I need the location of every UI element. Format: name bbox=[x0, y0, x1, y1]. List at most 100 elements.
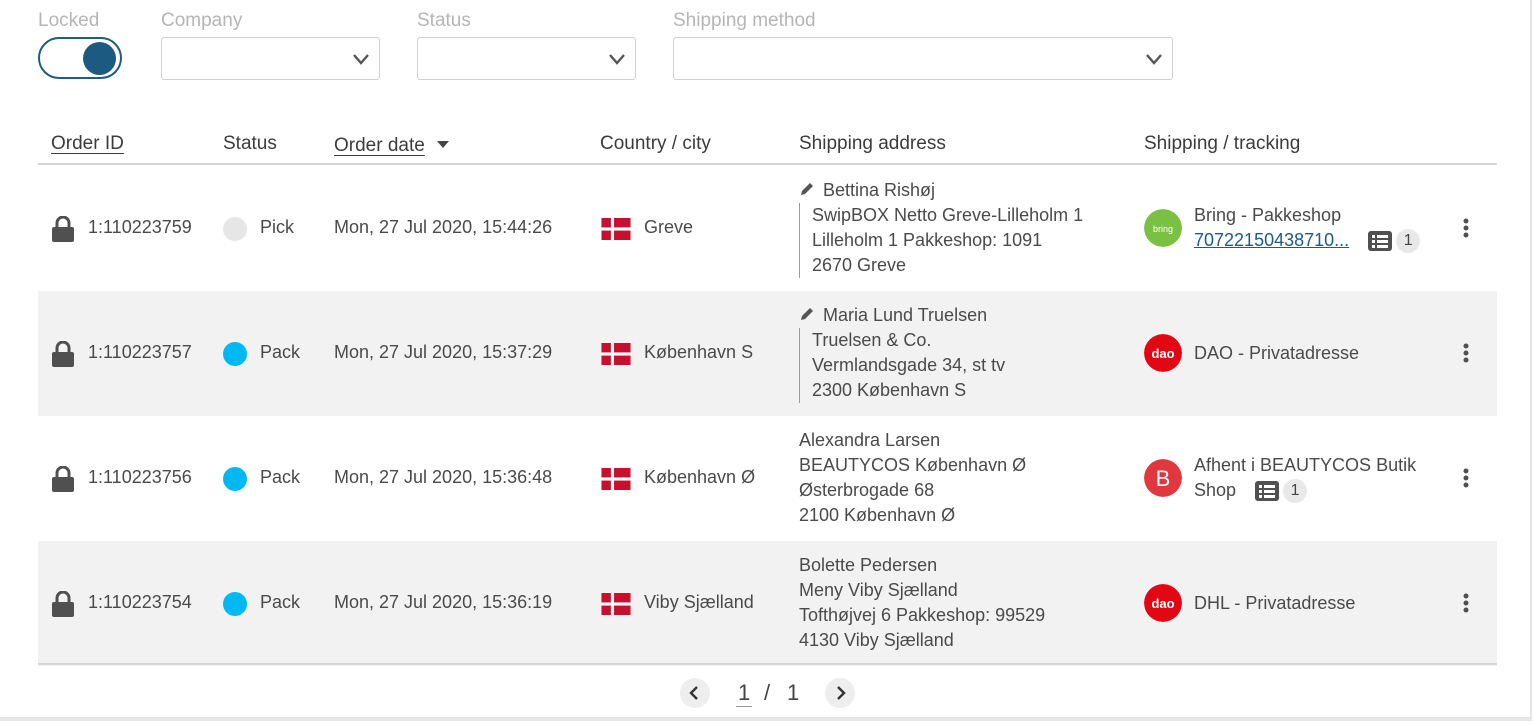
address-name: Alexandra Larsen bbox=[799, 430, 941, 450]
city: København Ø bbox=[644, 467, 756, 487]
denmark-flag-icon bbox=[601, 593, 631, 615]
svg-text:bring: bring bbox=[1153, 224, 1173, 234]
beautycos-logo-icon: B bbox=[1144, 459, 1182, 497]
status-dot-pack bbox=[223, 342, 247, 366]
page-separator: / bbox=[764, 680, 771, 705]
locked-toggle[interactable] bbox=[38, 37, 122, 79]
status-text: Pack bbox=[260, 467, 301, 487]
status-dot-pack bbox=[223, 467, 247, 491]
company-select[interactable] bbox=[161, 37, 380, 80]
shipping-info: DAO - Privatadresse bbox=[1194, 341, 1359, 366]
address-line: Østerbrogade 68 bbox=[799, 480, 935, 500]
shipping-method-filter-label: Shipping method bbox=[673, 10, 816, 31]
total-pages: 1 bbox=[787, 680, 800, 705]
locked-filter-label: Locked bbox=[38, 10, 100, 31]
toggle-knob bbox=[83, 42, 116, 75]
shipping-address: Bettina Rishøj SwipBOX Netto Greve-Lille… bbox=[799, 178, 1083, 278]
address-line: Truelsen & Co. bbox=[812, 330, 932, 350]
denmark-flag-icon bbox=[601, 343, 631, 365]
more-vertical-icon[interactable] bbox=[1456, 341, 1476, 365]
address-line: Meny Viby Sjælland bbox=[799, 580, 958, 600]
order-date: Mon, 27 Jul 2020, 15:44:26 bbox=[334, 217, 553, 237]
more-vertical-icon[interactable] bbox=[1456, 216, 1476, 240]
address-line: SwipBOX Netto Greve-Lilleholm 1 bbox=[812, 205, 1084, 225]
tracking-list-button[interactable]: 1 bbox=[1255, 479, 1308, 504]
next-page-button[interactable] bbox=[825, 678, 855, 708]
pencil-icon[interactable] bbox=[799, 181, 815, 197]
list-icon bbox=[1368, 231, 1393, 252]
table-row[interactable]: 1:110223757 Pack Mon, 27 Jul 2020, 15:37… bbox=[38, 291, 1497, 416]
tracking-list-button[interactable]: 1 bbox=[1368, 229, 1421, 254]
status-select[interactable] bbox=[417, 37, 636, 80]
chevron-left-icon bbox=[689, 686, 698, 700]
table-row[interactable]: 1:110223754 Pack Mon, 27 Jul 2020, 15:36… bbox=[38, 541, 1497, 666]
order-id: 1:110223757 bbox=[88, 342, 192, 362]
more-vertical-icon[interactable] bbox=[1456, 466, 1476, 490]
carrier-name: Afhent i BEAUTYCOS Butik bbox=[1194, 455, 1417, 475]
carrier-name: Bring - Pakkeshop bbox=[1194, 205, 1342, 225]
lock-icon bbox=[52, 591, 74, 617]
shipping-method-select[interactable] bbox=[673, 37, 1173, 80]
tracking-link[interactable]: 70722150438710... bbox=[1194, 230, 1349, 250]
tracking-count-badge: 1 bbox=[1396, 229, 1421, 254]
carrier-name: DAO - Privatadresse bbox=[1194, 343, 1360, 363]
column-header-country-city: Country / city bbox=[600, 133, 711, 154]
pencil-icon[interactable] bbox=[799, 306, 815, 322]
status-filter-label: Status bbox=[417, 10, 471, 31]
svg-text:B: B bbox=[1156, 466, 1171, 491]
column-header-shipping-address: Shipping address bbox=[799, 133, 946, 154]
column-header-shipping-tracking: Shipping / tracking bbox=[1144, 133, 1301, 154]
column-header-order-id[interactable]: Order ID bbox=[51, 133, 124, 155]
shipping-address: Alexandra Larsen BEAUTYCOS København Ø Ø… bbox=[799, 428, 1026, 528]
order-date: Mon, 27 Jul 2020, 15:37:29 bbox=[334, 342, 553, 362]
carrier-name: DHL - Privatadresse bbox=[1194, 593, 1356, 613]
status-dot-pack bbox=[223, 592, 247, 616]
address-line: Lilleholm 1 Pakkeshop: 1091 bbox=[812, 230, 1043, 250]
address-name: Maria Lund Truelsen bbox=[823, 305, 988, 325]
city: Greve bbox=[644, 217, 694, 237]
order-date: Mon, 27 Jul 2020, 15:36:19 bbox=[334, 592, 553, 612]
order-id: 1:110223756 bbox=[88, 467, 192, 487]
shipping-address: Bolette Pedersen Meny Viby Sjælland Toft… bbox=[799, 553, 1045, 653]
address-line: Vermlandsgade 34, st tv bbox=[812, 355, 1006, 375]
status-text: Pack bbox=[260, 592, 301, 612]
tracking-count-badge: 1 bbox=[1283, 479, 1308, 504]
address-line: 2100 København Ø bbox=[799, 505, 956, 525]
address-line: 4130 Viby Sjælland bbox=[799, 630, 954, 650]
column-header-status: Status bbox=[223, 133, 277, 154]
shipping-address: Maria Lund Truelsen Truelsen & Co. Verml… bbox=[799, 303, 1005, 403]
order-id: 1:110223759 bbox=[88, 217, 192, 237]
chevron-down-icon bbox=[1146, 54, 1162, 65]
lock-icon bbox=[52, 216, 74, 242]
address-line: BEAUTYCOS København Ø bbox=[799, 455, 1027, 475]
current-page[interactable]: 1 bbox=[736, 680, 753, 707]
table-row[interactable]: 1:110223756 Pack Mon, 27 Jul 2020, 15:36… bbox=[38, 416, 1497, 541]
city: København S bbox=[644, 342, 754, 362]
address-line: 2670 Greve bbox=[812, 255, 907, 275]
status-dot-pick bbox=[223, 217, 247, 241]
table-bottom-divider bbox=[38, 663, 1497, 665]
chevron-right-icon bbox=[837, 686, 846, 700]
address-line: Tofthøjvej 6 Pakkeshop: 99529 bbox=[799, 605, 1046, 625]
order-date-label: Order date bbox=[334, 135, 425, 156]
order-date: Mon, 27 Jul 2020, 15:36:48 bbox=[334, 467, 553, 487]
more-vertical-icon[interactable] bbox=[1456, 591, 1476, 615]
dao-logo-icon: dao bbox=[1144, 334, 1182, 372]
chevron-down-icon bbox=[353, 54, 369, 65]
table-row[interactable]: 1:110223759 Pick Mon, 27 Jul 2020, 15:44… bbox=[38, 166, 1497, 291]
carrier-name-continued: Shop bbox=[1194, 480, 1237, 500]
address-name: Bolette Pedersen bbox=[799, 555, 938, 575]
sort-descending-icon bbox=[437, 141, 450, 148]
list-icon bbox=[1255, 481, 1280, 502]
header-divider bbox=[38, 163, 1497, 165]
column-header-order-date[interactable]: Order date bbox=[334, 135, 450, 157]
bring-logo-icon: bring bbox=[1144, 209, 1182, 247]
lock-icon bbox=[52, 466, 74, 492]
denmark-flag-icon bbox=[601, 218, 631, 240]
chevron-down-icon bbox=[609, 54, 625, 65]
dao-logo-icon: dao bbox=[1144, 584, 1182, 622]
address-line: 2300 København S bbox=[812, 380, 967, 400]
shipping-info: Afhent i BEAUTYCOS Butik Shop 1 bbox=[1194, 453, 1417, 504]
address-name: Bettina Rishøj bbox=[823, 180, 936, 200]
previous-page-button[interactable] bbox=[680, 678, 710, 708]
